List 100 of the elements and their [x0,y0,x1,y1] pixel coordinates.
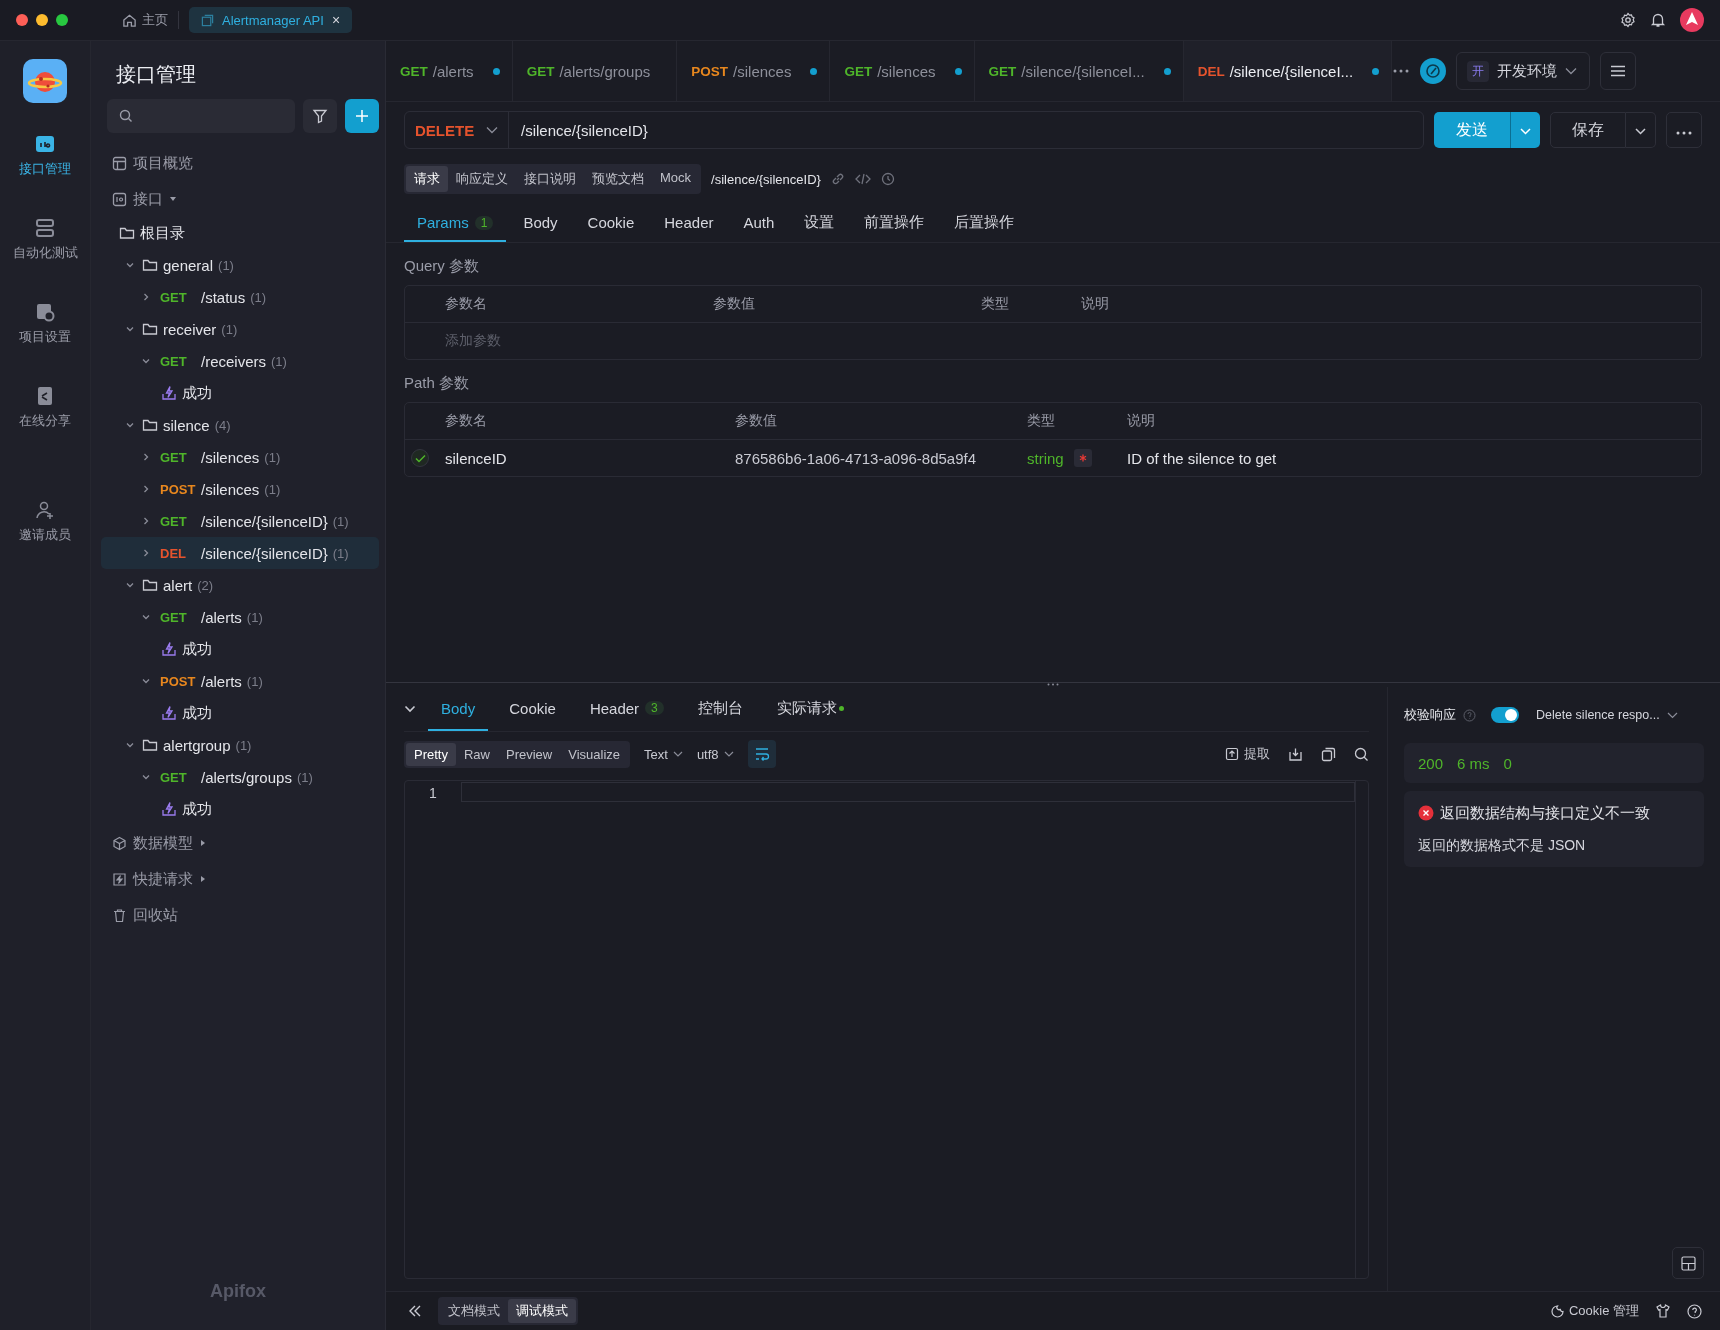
project-tab[interactable]: Alertmanager API × [189,7,353,33]
history-icon[interactable] [880,172,895,186]
response-tab[interactable]: Header 3 [576,687,677,731]
request-tab[interactable]: GET /silence/{silenceI... [974,41,1184,101]
close-tab-button[interactable]: × [331,12,341,28]
copy-icon[interactable] [1321,746,1336,762]
encoding-select[interactable]: utf8 [696,746,734,762]
tree-item[interactable]: receiver (1) [101,313,379,345]
response-tab[interactable]: Body [428,687,489,731]
schema-select[interactable]: Delete silence respo... [1536,708,1660,722]
nav-item[interactable]: 回收站 [97,897,379,933]
tree-item[interactable]: GET /alerts/groups (1) [101,761,379,793]
tree-item[interactable]: 成功 [101,377,379,409]
nav-item[interactable]: 快捷请求 [97,861,379,897]
checkbox[interactable] [411,449,429,467]
mode-tab[interactable]: 调试模式 [508,1299,576,1323]
download-icon[interactable] [1288,746,1303,762]
doc-tab[interactable]: 接口说明 [516,166,584,192]
tree-item[interactable]: GET /silences (1) [101,441,379,473]
response-tab[interactable]: Cookie [496,687,569,731]
param-tab[interactable]: Params 1 [404,205,507,242]
tree-item[interactable]: alertgroup (1) [101,729,379,761]
table-cell[interactable]: silenceID [445,449,735,467]
tree-item[interactable]: GET /alerts (1) [101,601,379,633]
link-icon[interactable] [830,172,845,186]
param-tab[interactable]: Body [510,205,571,242]
type-label[interactable]: string [1027,449,1064,467]
nav-item[interactable]: 数据模型 [97,825,379,861]
tree-item[interactable]: POST /alerts (1) [101,665,379,697]
search-field[interactable] [107,99,295,133]
menu-button[interactable] [1600,52,1637,90]
doc-tab[interactable]: Mock [652,166,700,192]
tree-item[interactable]: silence (4) [101,409,379,441]
request-tab[interactable]: GET /silences [830,41,975,101]
response-tab[interactable]: 实际请求 [763,687,857,731]
collapse-left-icon[interactable] [408,1305,422,1317]
method-select[interactable]: DELETE [405,112,509,148]
tree-item[interactable]: 成功 [101,633,379,665]
doc-tab[interactable]: 请求 [406,166,448,192]
send-options-button[interactable] [1510,112,1540,148]
tree-item[interactable]: GET /receivers (1) [101,345,379,377]
search-icon[interactable] [1354,746,1369,762]
param-tab[interactable]: Cookie [574,205,648,242]
window-zoom-button[interactable] [56,14,68,26]
doc-tab[interactable]: 响应定义 [448,166,516,192]
tree-item[interactable]: alert (2) [101,569,379,601]
filter-button[interactable] [303,99,337,133]
request-tab[interactable]: DEL /silence/{silenceI... [1183,41,1393,101]
rail-item[interactable]: 项目设置 [3,297,87,381]
tree-item[interactable]: POST /silences (1) [101,473,379,505]
shirt-icon[interactable] [1655,1303,1671,1319]
rail-item[interactable]: 在线分享 [3,381,87,465]
doc-tab[interactable]: 预览文档 [584,166,652,192]
tree-item[interactable]: DEL /silence/{silenceID} (1) [101,537,379,569]
chevron-down-icon[interactable] [1666,711,1678,719]
rail-item[interactable]: 自动化测试 [3,213,87,297]
environment-select[interactable]: 开 开发环境 [1456,52,1591,90]
wrap-button[interactable] [747,740,776,768]
param-tab[interactable]: Auth [730,205,788,242]
param-tab[interactable]: 设置 [791,205,848,242]
cookie-manager-button[interactable]: Cookie 管理 [1550,1302,1639,1320]
format-tab[interactable]: Visualize [560,742,629,766]
more-icon[interactable] [1392,68,1411,74]
app-logo[interactable] [23,59,67,103]
table-cell[interactable]: 876586b6-1a06-4713-a096-8d5a9f4 [735,449,1027,467]
request-tab[interactable]: GET /alerts [386,41,513,101]
window-minimize-button[interactable] [36,14,48,26]
param-tab[interactable]: 后置操作 [941,205,1028,242]
avatar-icon[interactable] [1680,8,1704,32]
nav-item[interactable]: 项目概览 [97,145,379,181]
layout-button[interactable] [1672,1247,1704,1279]
param-tab[interactable]: Header [651,205,727,242]
nav-item[interactable]: 接口 [97,181,379,217]
tree-item[interactable]: general (1) [101,249,379,281]
table-cell[interactable]: ID of the silence to get [1127,449,1701,467]
tree-item[interactable]: 成功 [101,697,379,729]
window-close-button[interactable] [16,14,28,26]
extract-button[interactable]: 提取 [1225,745,1270,763]
add-button[interactable] [345,99,379,133]
save-options-button[interactable] [1626,112,1656,148]
request-tab[interactable]: GET /alerts/groups [512,41,678,101]
format-tab[interactable]: Raw [455,742,498,766]
drag-handle-icon[interactable] [1047,683,1059,686]
format-tab[interactable]: Preview [498,742,561,766]
request-tab[interactable]: POST /silences [677,41,831,101]
rail-item[interactable]: 接口管理 [3,129,87,213]
rail-item[interactable]: 邀请成员 [3,495,87,579]
code-icon[interactable] [854,173,871,185]
collapse-icon[interactable] [404,705,416,713]
toggle-switch[interactable] [1491,707,1519,723]
url-field[interactable]: DELETE /silence/{silenceID} [404,111,1424,149]
format-tab[interactable]: Pretty [406,742,456,766]
param-tab[interactable]: 前置操作 [851,205,938,242]
response-tab[interactable]: 控制台 [684,687,756,731]
tree-item[interactable]: GET /silence/{silenceID} (1) [101,505,379,537]
mode-tab[interactable]: 文档模式 [440,1299,508,1323]
bell-icon[interactable] [1650,12,1666,28]
save-button[interactable]: 保存 [1550,112,1626,148]
tree-item[interactable]: 成功 [101,793,379,825]
tree-item[interactable]: 根目录 [101,217,379,249]
